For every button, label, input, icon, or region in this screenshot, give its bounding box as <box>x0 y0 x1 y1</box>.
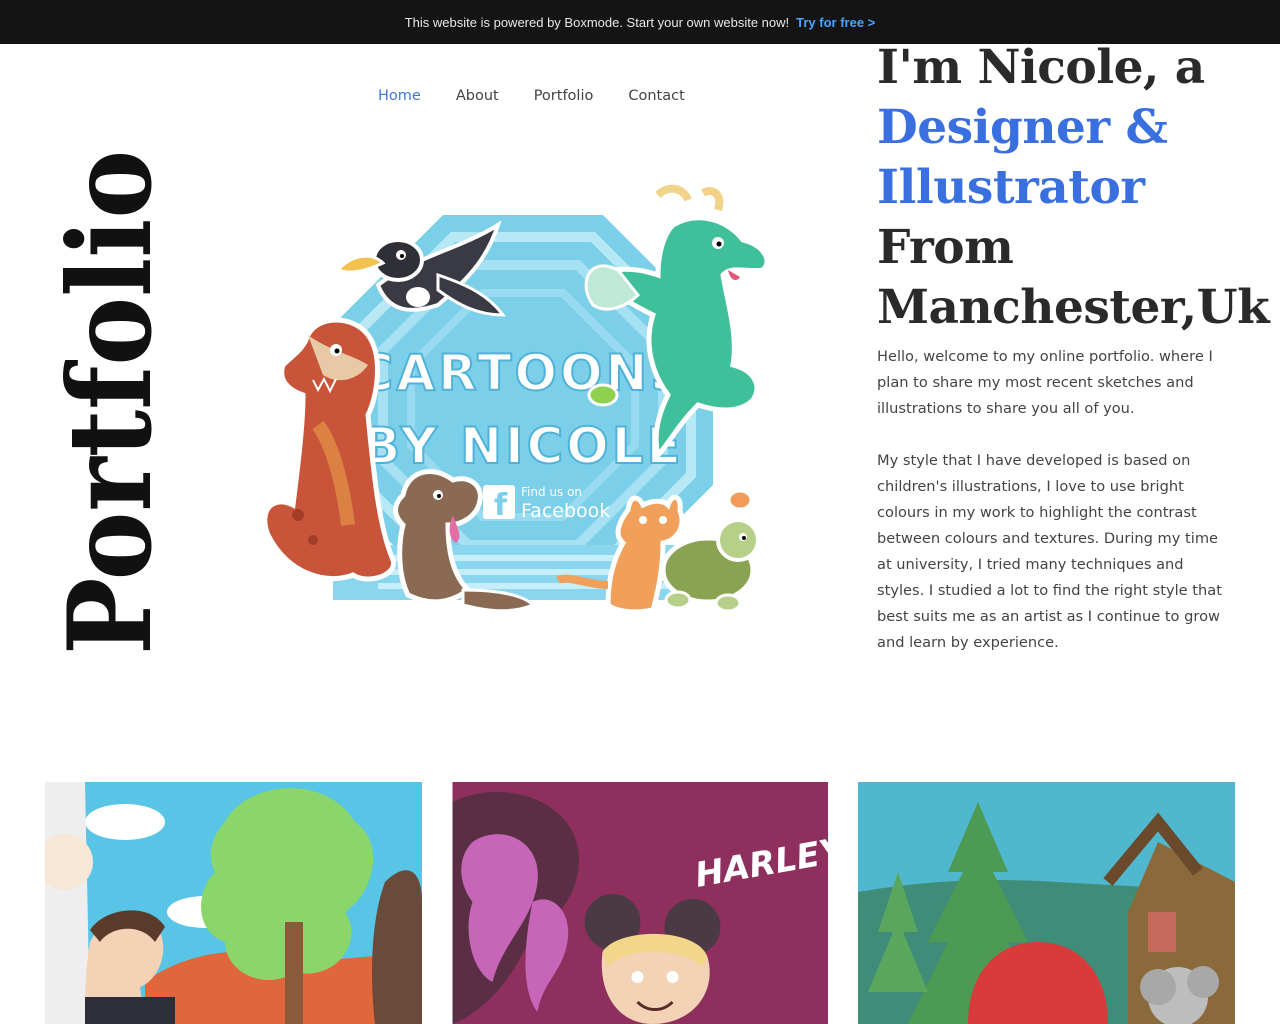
fish-character <box>727 489 753 511</box>
nav-home[interactable]: Home <box>378 88 421 104</box>
gallery-card-2[interactable]: HARLEY Q <box>452 782 828 1024</box>
svg-text:f: f <box>494 488 508 523</box>
fb-line2: Facebook <box>521 500 610 522</box>
bio-paragraph-1: Hello, welcome to my online portfolio. w… <box>877 348 1213 417</box>
fb-line1: Find us on <box>521 485 582 499</box>
logo-line1: CARTOONS <box>357 344 690 402</box>
bio-paragraph-2: My style that I have developed is based … <box>877 452 1222 651</box>
headline-line4: From <box>877 220 1014 275</box>
gallery-card-3[interactable] <box>858 782 1235 1024</box>
hero-headline: I'm Nicole, a Designer & Illustrator Fro… <box>877 38 1270 338</box>
nav-about[interactable]: About <box>456 88 499 104</box>
bio-text: Hello, welcome to my online portfolio. w… <box>877 344 1227 656</box>
logo-line2: BY NICOLE <box>362 417 684 475</box>
nav-portfolio[interactable]: Portfolio <box>534 88 594 104</box>
nav-contact[interactable]: Contact <box>628 88 684 104</box>
try-for-free-link[interactable]: Try for free > <box>796 15 875 30</box>
main-nav: Home About Portfolio Contact <box>378 88 685 104</box>
headline-line1: I'm Nicole, a <box>877 40 1205 95</box>
gallery-card-1[interactable] <box>45 782 422 1024</box>
headline-line5: Manchester,Uk <box>877 280 1270 335</box>
small-bird <box>587 383 619 407</box>
headline-line3: Illustrator <box>877 160 1145 215</box>
vertical-title-text: Portfolio <box>43 150 170 655</box>
hero-illustration: CARTOONS BY NICOLE f Find us on Facebook <box>258 165 788 670</box>
promo-text: This website is powered by Boxmode. Star… <box>404 14 790 30</box>
headline-line2: Designer & <box>877 100 1168 155</box>
vertical-portfolio-title: Portfolio <box>40 150 177 660</box>
